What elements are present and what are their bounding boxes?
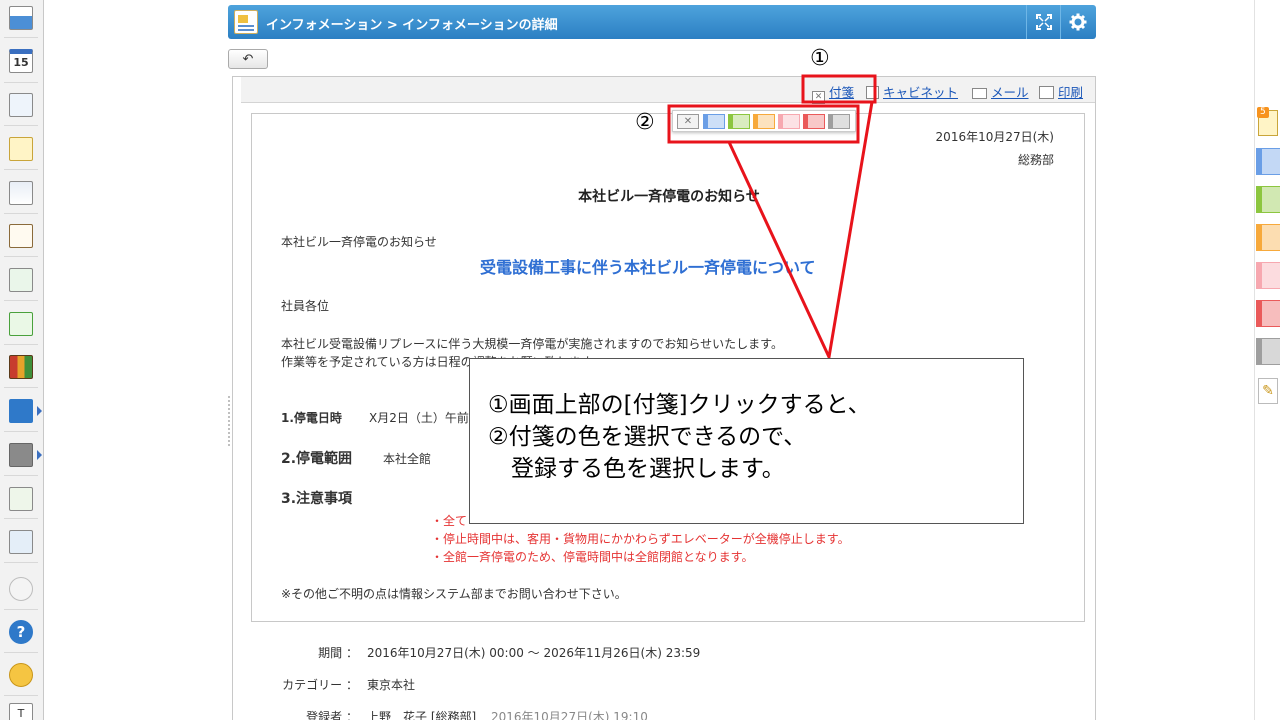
back-button[interactable]: ↶	[228, 49, 268, 69]
dock-help-icon[interactable]: ?	[6, 617, 36, 647]
sticky-tab[interactable]	[1256, 186, 1280, 213]
caution-note: ・全館一斉停電のため、停電時間中は全館閉館となります。	[431, 550, 754, 564]
dock-facility-icon[interactable]	[6, 90, 36, 120]
expand-icon[interactable]	[1026, 5, 1060, 39]
section-value: 本社全館	[383, 452, 432, 466]
dock-settings-gear-icon[interactable]	[6, 574, 36, 604]
information-app-icon	[234, 10, 258, 34]
sticky-note-link[interactable]: ✕ 付箋	[812, 82, 854, 104]
section-label: 2.停電範囲	[281, 451, 353, 467]
gear-icon[interactable]	[1060, 5, 1094, 39]
document-date: 2016年10月27日(木)	[935, 130, 1054, 144]
document-footer: ※その他ご不明の点は情報システム部までお問い合わせ下さい。	[281, 587, 627, 601]
document-department: 総務部	[1017, 153, 1054, 167]
dock-support-icon[interactable]	[6, 660, 36, 690]
sticky-tab[interactable]	[1256, 148, 1280, 175]
callout-line: 登録する色を選択します。	[488, 456, 785, 482]
dock-search-icon[interactable]	[6, 265, 36, 295]
sticky-color-swatch[interactable]	[778, 114, 800, 129]
dock-workflow-icon[interactable]	[6, 309, 36, 339]
sticky-tab[interactable]	[1256, 300, 1280, 327]
callout-line: ①画面上部の[付箋]クリックすると、	[488, 392, 871, 418]
document-body-line: 本社ビル受電設備リプレースに伴う大規模一斉停電が実施されますのでお知らせいたしま…	[281, 337, 783, 351]
sticky-count-badge: 5	[1257, 107, 1269, 118]
sticky-list-icon[interactable]: 5	[1257, 107, 1278, 136]
dock-portal-icon[interactable]	[6, 3, 36, 33]
dock-app-banner2-icon[interactable]	[6, 527, 36, 557]
printer-icon	[1039, 86, 1054, 99]
dock-clipboard-icon[interactable]	[6, 221, 36, 251]
back-arrow-icon: ↶	[242, 51, 254, 67]
sticky-color-swatch[interactable]	[728, 114, 750, 129]
annotation-callout: ①画面上部の[付箋]クリックすると、 ②付箋の色を選択できるので、 登録する色を…	[469, 358, 1024, 524]
sticky-tab[interactable]	[1256, 338, 1280, 365]
sticky-tab[interactable]	[1256, 262, 1280, 289]
category-value: 東京本社	[367, 678, 416, 692]
print-link[interactable]: 印刷	[1039, 82, 1083, 101]
caution-note: ・全て	[431, 514, 468, 528]
pane-splitter[interactable]	[228, 396, 236, 446]
section-label: 1.停電日時	[281, 411, 342, 425]
cabinet-link[interactable]: キャビネット	[866, 82, 958, 101]
dock-text-icon[interactable]: T	[6, 700, 36, 720]
annotation-marker: ①	[810, 46, 830, 71]
registrant-value: 上野 花子 [総務部]	[367, 710, 477, 720]
sticky-color-picker: ✕	[672, 110, 856, 132]
dock-app-banner-icon[interactable]	[6, 484, 36, 514]
dock-cabinet-icon[interactable]	[6, 352, 36, 382]
detail-toolbar	[241, 77, 1095, 103]
app-window: 15 ? T インフォメーション > インフォメーションの詳細 ↶ ✕ 付箋 キ…	[0, 0, 1280, 720]
document-intro: 本社ビル一斉停電のお知らせ	[281, 235, 437, 249]
dock-folder-icon[interactable]	[6, 440, 42, 470]
mail-icon	[972, 88, 987, 99]
section-label: 3.注意事項	[281, 491, 353, 507]
period-label: 期間 ：	[318, 646, 358, 660]
registrant-label: 登録者 ：	[306, 710, 358, 720]
dock-calendar-icon[interactable]: 15	[6, 46, 36, 76]
sticky-remove-icon[interactable]: ✕	[677, 114, 699, 129]
dock-information-icon[interactable]	[6, 178, 36, 208]
mail-link[interactable]: メール	[972, 82, 1029, 101]
annotation-marker: ②	[635, 110, 655, 135]
registrant-date: 2016年10月27日(木) 19:10	[491, 710, 648, 720]
page-title: インフォメーション > インフォメーションの詳細	[266, 18, 558, 33]
category-label: カテゴリー ：	[282, 678, 358, 692]
pencil-icon[interactable]: ✎	[1258, 378, 1278, 404]
period-value: 2016年10月27日(木) 00:00 〜 2026年11月26日(木) 23…	[367, 646, 701, 660]
sticky-tab[interactable]	[1256, 224, 1280, 251]
sticky-color-swatch[interactable]	[703, 114, 725, 129]
dock-memo-icon[interactable]	[6, 134, 36, 164]
cabinet-icon	[866, 86, 879, 99]
sticky-color-swatch[interactable]	[803, 114, 825, 129]
document-subtitle: 受電設備工事に伴う本社ビル一斉停電について	[480, 258, 816, 277]
dock-neo-icon[interactable]	[6, 396, 42, 426]
caution-note: ・停止時間中は、客用・貨物用にかかわらずエレベーターが全機停止します。	[431, 532, 850, 546]
document-greeting: 社員各位	[281, 299, 330, 313]
section-value: X月2日（土）午前	[369, 411, 469, 425]
sticky-note-icon: ✕	[812, 91, 825, 104]
sticky-color-swatch[interactable]	[753, 114, 775, 129]
title-bar: インフォメーション > インフォメーションの詳細	[228, 5, 1096, 39]
sticky-color-swatch[interactable]	[828, 114, 850, 129]
document-heading: 本社ビル一斉停電のお知らせ	[578, 189, 760, 205]
app-dock: 15 ? T	[0, 0, 44, 720]
callout-line: ②付箋の色を選択できるので、	[488, 424, 807, 450]
